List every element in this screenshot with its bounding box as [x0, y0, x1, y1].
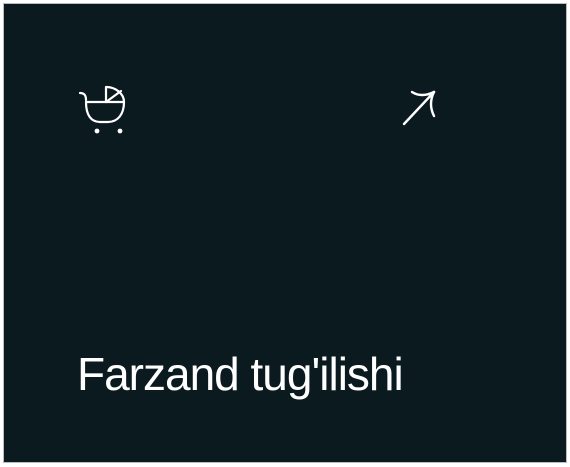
card-title: Farzand tug'ilishi	[77, 348, 404, 400]
arrow-up-right-icon[interactable]	[400, 86, 444, 130]
service-card-childbirth[interactable]: Farzand tug'ilishi	[4, 4, 566, 462]
baby-stroller-icon	[78, 85, 126, 134]
